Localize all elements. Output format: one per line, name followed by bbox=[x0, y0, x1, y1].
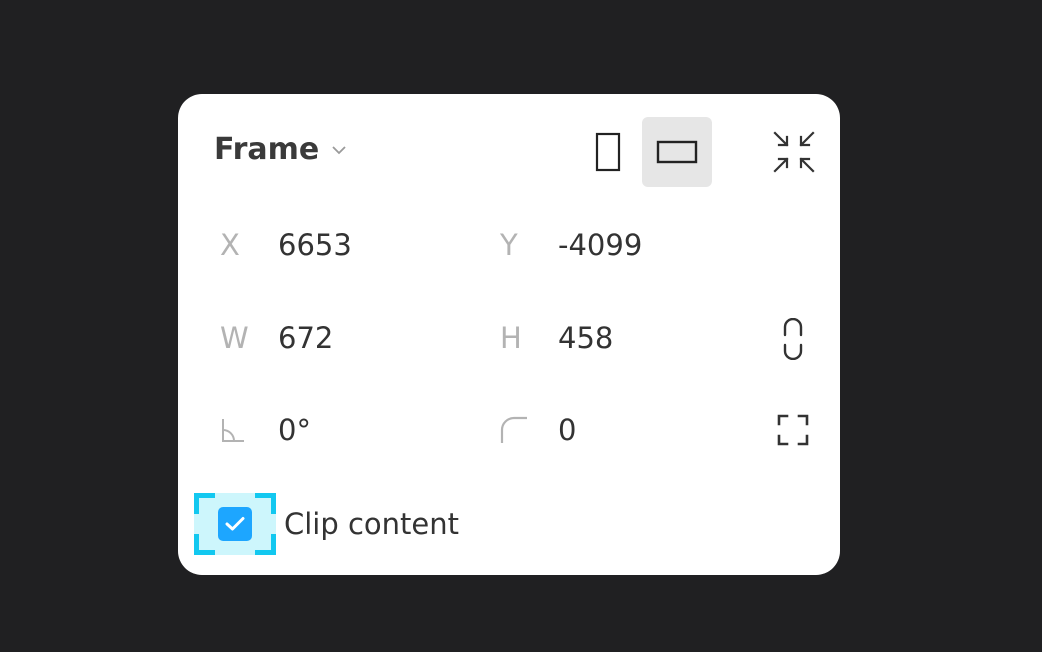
resize-to-fit-icon bbox=[773, 131, 815, 173]
height-input[interactable]: 458 bbox=[558, 321, 718, 355]
independent-corners-icon bbox=[777, 414, 809, 446]
rotation-field: 0° bbox=[178, 405, 438, 455]
rotation-input[interactable]: 0° bbox=[278, 413, 438, 447]
h-label: H bbox=[500, 321, 522, 355]
portrait-orientation-button[interactable] bbox=[573, 117, 643, 187]
width-field: W 672 bbox=[178, 313, 438, 363]
clip-content-checkbox[interactable] bbox=[194, 493, 276, 555]
landscape-icon bbox=[656, 140, 698, 164]
frame-properties-panel: Frame X 6653 Y -4099 W 672 H 458 0° 0 Cl… bbox=[178, 94, 840, 575]
portrait-icon bbox=[595, 132, 621, 172]
clip-content-row: Clip content bbox=[194, 493, 459, 555]
checkmark-icon bbox=[225, 517, 245, 531]
frame-type-dropdown[interactable]: Frame bbox=[214, 132, 347, 167]
x-input[interactable]: 6653 bbox=[278, 228, 438, 262]
w-label: W bbox=[220, 321, 249, 355]
y-field: Y -4099 bbox=[458, 220, 718, 270]
x-field: X 6653 bbox=[178, 220, 438, 270]
independent-corners-button[interactable] bbox=[774, 410, 812, 450]
y-input[interactable]: -4099 bbox=[558, 228, 718, 262]
angle-icon bbox=[222, 419, 244, 442]
corner-radius-icon bbox=[500, 416, 527, 443]
landscape-orientation-button[interactable] bbox=[642, 117, 712, 187]
corner-radius-field: 0 bbox=[458, 405, 718, 455]
constrain-proportions-button[interactable] bbox=[774, 315, 812, 363]
link-icon bbox=[783, 318, 803, 360]
clip-content-label[interactable]: Clip content bbox=[284, 507, 459, 541]
checkbox-box bbox=[218, 507, 252, 541]
corner-radius-input[interactable]: 0 bbox=[558, 413, 718, 447]
height-field: H 458 bbox=[458, 313, 718, 363]
chevron-down-icon bbox=[332, 145, 346, 154]
frame-title: Frame bbox=[214, 132, 320, 167]
y-label: Y bbox=[500, 228, 518, 262]
x-label: X bbox=[220, 228, 240, 262]
width-input[interactable]: 672 bbox=[278, 321, 438, 355]
resize-to-fit-button[interactable] bbox=[763, 124, 825, 180]
